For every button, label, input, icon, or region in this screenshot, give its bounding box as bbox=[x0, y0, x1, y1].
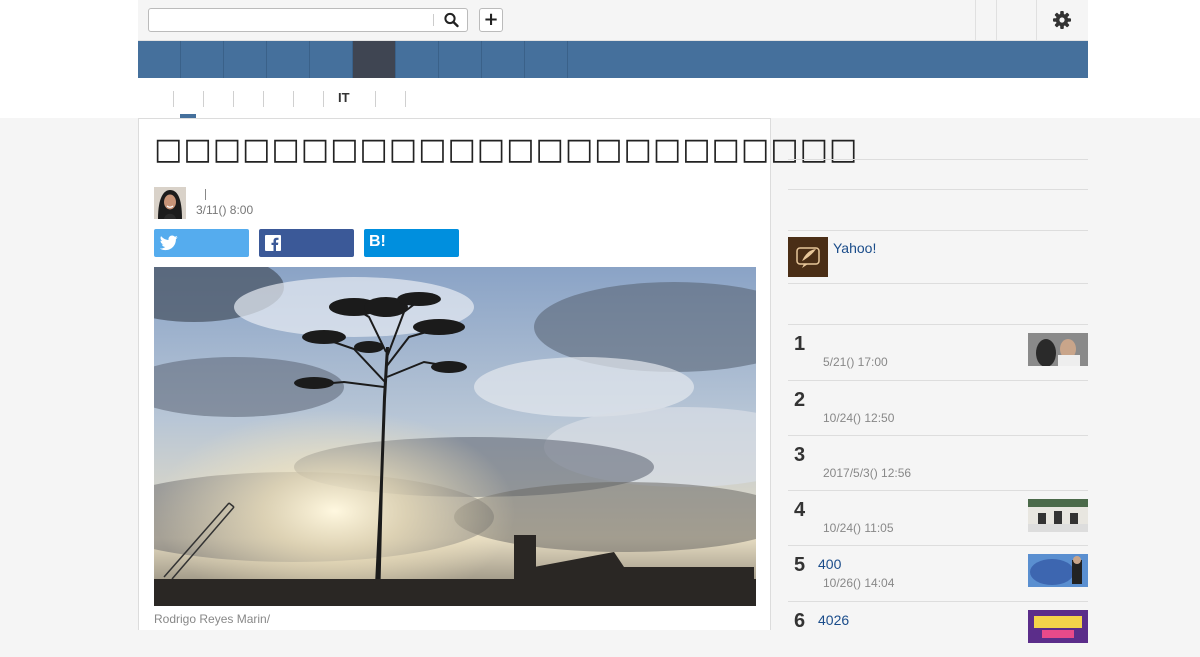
nav-tab[interactable] bbox=[181, 41, 224, 78]
rank-number: 2 bbox=[794, 389, 806, 411]
subnav-divider bbox=[323, 91, 324, 107]
nav-tab[interactable] bbox=[267, 41, 310, 78]
nav-tab[interactable] bbox=[224, 41, 267, 78]
rank-date: 10/24() 11:05 bbox=[823, 521, 894, 535]
rank-thumbnail[interactable] bbox=[1028, 333, 1088, 366]
rank-thumbnail[interactable] bbox=[1028, 499, 1088, 532]
article-title: □□□□□□□□□□□□□□□□□□□□□□□□ bbox=[154, 132, 859, 167]
rank-date: 2017/5/3() 12:56 bbox=[823, 466, 912, 480]
category-nav bbox=[138, 41, 1088, 78]
header-divider bbox=[996, 0, 997, 40]
photo-caption: Rodrigo Reyes Marin/ bbox=[154, 612, 271, 626]
sidebar-divider bbox=[788, 283, 1088, 284]
ranking-item[interactable]: 1 5/21() 17:00 bbox=[788, 324, 1088, 380]
rank-date: 10/24() 12:50 bbox=[823, 411, 895, 425]
nav-tab[interactable] bbox=[138, 41, 181, 78]
subnav-divider bbox=[375, 91, 376, 107]
rank-number: 4 bbox=[794, 499, 806, 521]
rank-number: 1 bbox=[794, 333, 806, 355]
ranking-item[interactable]: 3 2017/5/3() 12:56 bbox=[788, 435, 1088, 491]
rank-date: 10/26() 14:04 bbox=[823, 576, 895, 590]
search-input[interactable] bbox=[148, 8, 468, 32]
article-photo bbox=[154, 267, 756, 606]
rank-number: 5 bbox=[794, 554, 806, 576]
twitter-icon bbox=[160, 235, 178, 251]
header-divider bbox=[1036, 0, 1037, 40]
sidebar-divider bbox=[788, 159, 1088, 160]
sidebar-divider bbox=[788, 189, 1088, 190]
rank-title[interactable]: 4026 bbox=[818, 612, 849, 628]
header-divider bbox=[975, 0, 976, 40]
search-icon[interactable] bbox=[443, 12, 461, 28]
ranking-item[interactable]: 4 10/24() 11:05 bbox=[788, 490, 1088, 546]
sub-nav bbox=[138, 78, 1088, 118]
rank-number: 3 bbox=[794, 444, 806, 466]
ranking-item[interactable]: 2 10/24() 12:50 bbox=[788, 380, 1088, 436]
site-header: + bbox=[138, 0, 1088, 41]
subnav-divider bbox=[233, 91, 234, 107]
search-divider bbox=[433, 14, 434, 26]
author-avatar[interactable] bbox=[154, 187, 186, 219]
add-button[interactable]: + bbox=[479, 8, 503, 32]
nav-tab[interactable] bbox=[482, 41, 525, 78]
nav-tab-active[interactable] bbox=[353, 41, 396, 78]
nav-tab[interactable] bbox=[396, 41, 439, 78]
subnav-divider bbox=[405, 91, 406, 107]
subnav-item-it[interactable]: IT bbox=[338, 90, 350, 105]
rank-title[interactable]: 400 bbox=[818, 556, 841, 572]
hatena-bookmark-button[interactable]: B! bbox=[364, 229, 459, 257]
rank-thumbnail[interactable] bbox=[1028, 610, 1088, 643]
ranking-item[interactable]: 6 4026 bbox=[788, 601, 1088, 657]
author-separator bbox=[205, 189, 206, 200]
promo-link[interactable]: Yahoo! bbox=[833, 240, 876, 256]
facebook-share-button[interactable] bbox=[259, 229, 354, 257]
article-date: 3/11() 8:00 bbox=[196, 203, 254, 217]
feather-icon[interactable] bbox=[788, 237, 828, 277]
ranking-item[interactable]: 5 400 10/26() 14:04 bbox=[788, 545, 1088, 601]
rank-thumbnail[interactable] bbox=[1028, 554, 1088, 587]
subnav-divider bbox=[203, 91, 204, 107]
subnav-divider bbox=[293, 91, 294, 107]
sidebar-divider bbox=[788, 230, 1088, 231]
subnav-divider bbox=[173, 91, 174, 107]
nav-tab[interactable] bbox=[439, 41, 482, 78]
nav-tab[interactable] bbox=[525, 41, 568, 78]
gear-icon[interactable] bbox=[1052, 10, 1072, 30]
rank-date: 5/21() 17:00 bbox=[823, 355, 888, 369]
nav-tab[interactable] bbox=[310, 41, 353, 78]
subnav-divider bbox=[263, 91, 264, 107]
hatena-label: B! bbox=[369, 233, 386, 250]
twitter-share-button[interactable] bbox=[154, 229, 249, 257]
facebook-icon bbox=[265, 235, 281, 251]
